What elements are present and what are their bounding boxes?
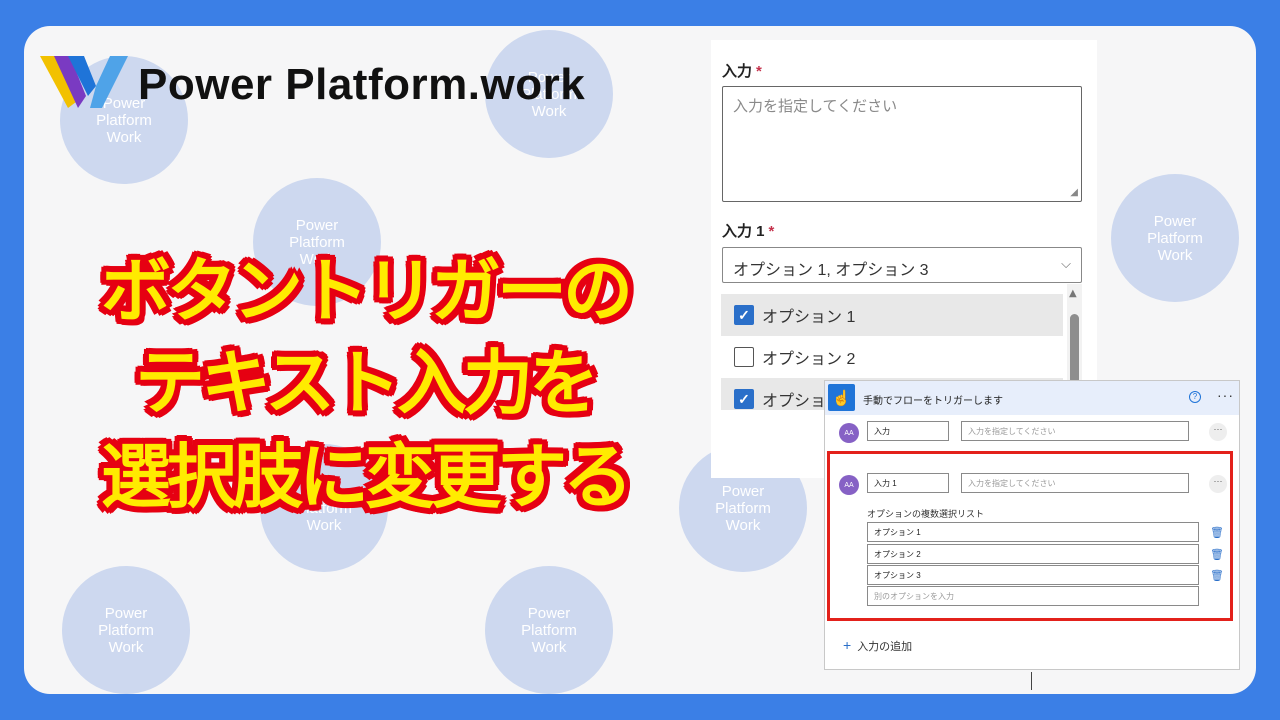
option-item-field[interactable]: オプション 1 <box>867 522 1199 542</box>
plus-icon: + <box>843 637 852 653</box>
option-item-field[interactable]: オプション 3 <box>867 565 1199 585</box>
checkbox-checked-icon[interactable]: ✓ <box>734 305 754 325</box>
resize-handle-icon[interactable]: ◢ <box>1070 187 1078 198</box>
option-list-label: オプションの複数選択リスト <box>867 509 985 519</box>
watermark-bubble: Power Platform Work <box>62 566 190 694</box>
chevron-down-icon[interactable]: ⌵ <box>1061 256 1071 272</box>
watermark-bubble: Power Platform Work <box>485 566 613 694</box>
trigger-card-header[interactable]: ☝ 手動でフローをトリガーします ? ··· <box>825 381 1239 415</box>
text-type-icon: AA <box>839 475 859 495</box>
watermark-bubble: Power Platform Work <box>1111 174 1239 302</box>
text-input-field[interactable]: 入力を指定してください ◢ <box>722 86 1082 202</box>
trash-icon[interactable]: 🗑 <box>1210 548 1224 561</box>
headline-line-3: 選択肢に変更する <box>101 436 633 518</box>
option-item-field[interactable]: オプション 2 <box>867 544 1199 564</box>
headline-line-1: ボタントリガーの <box>101 250 633 332</box>
power-platform-logo <box>40 56 128 108</box>
input-name-field[interactable]: 入力 <box>867 421 949 441</box>
field2-label: 入力 1 * <box>722 223 775 240</box>
site-name: Power Platform.work <box>138 60 586 109</box>
trash-icon[interactable]: 🗑 <box>1210 526 1224 539</box>
headline-line-2: テキスト入力を <box>135 342 599 424</box>
help-icon[interactable]: ? <box>1189 391 1201 403</box>
new-option-field[interactable]: 別のオプションを入力 <box>867 586 1199 606</box>
manual-trigger-card: ☝ 手動でフローをトリガーします ? ··· AA 入力 入力を指定してください… <box>824 380 1240 670</box>
multiselect-dropdown[interactable]: オプション 1, オプション 3 ⌵ <box>722 247 1082 283</box>
hand-tap-icon: ☝ <box>828 384 855 411</box>
required-marker: * <box>756 63 762 80</box>
field1-label: 入力 * <box>722 63 762 80</box>
required-marker: * <box>768 223 775 240</box>
trash-icon[interactable]: 🗑 <box>1210 569 1224 582</box>
checkbox-unchecked-icon[interactable] <box>734 347 754 367</box>
input-description-field[interactable]: 入力を指定してください <box>961 421 1189 441</box>
flow-connector-line <box>1031 672 1032 690</box>
multiselect-value: オプション 1, オプション 3 <box>733 262 929 279</box>
input-description-field[interactable]: 入力を指定してください <box>961 473 1189 493</box>
text-type-icon: AA <box>839 423 859 443</box>
more-options-icon[interactable]: ··· <box>1209 475 1227 493</box>
scrollbar-thumb[interactable] <box>1070 314 1079 384</box>
dropdown-option[interactable]: オプション 2 <box>721 336 1063 378</box>
more-options-icon[interactable]: ··· <box>1209 423 1227 441</box>
input-name-field[interactable]: 入力 1 <box>867 473 949 493</box>
more-options-icon[interactable]: ··· <box>1217 387 1234 403</box>
checkbox-checked-icon[interactable]: ✓ <box>734 389 754 409</box>
text-input-placeholder: 入力を指定してください <box>733 98 898 115</box>
scroll-up-arrow-icon[interactable]: ▲ <box>1069 288 1077 299</box>
add-input-button[interactable]: + 入力の追加 <box>843 637 912 654</box>
trigger-card-title: 手動でフローをトリガーします <box>863 396 1003 407</box>
dropdown-option[interactable]: ✓ オプション 1 <box>721 294 1063 336</box>
